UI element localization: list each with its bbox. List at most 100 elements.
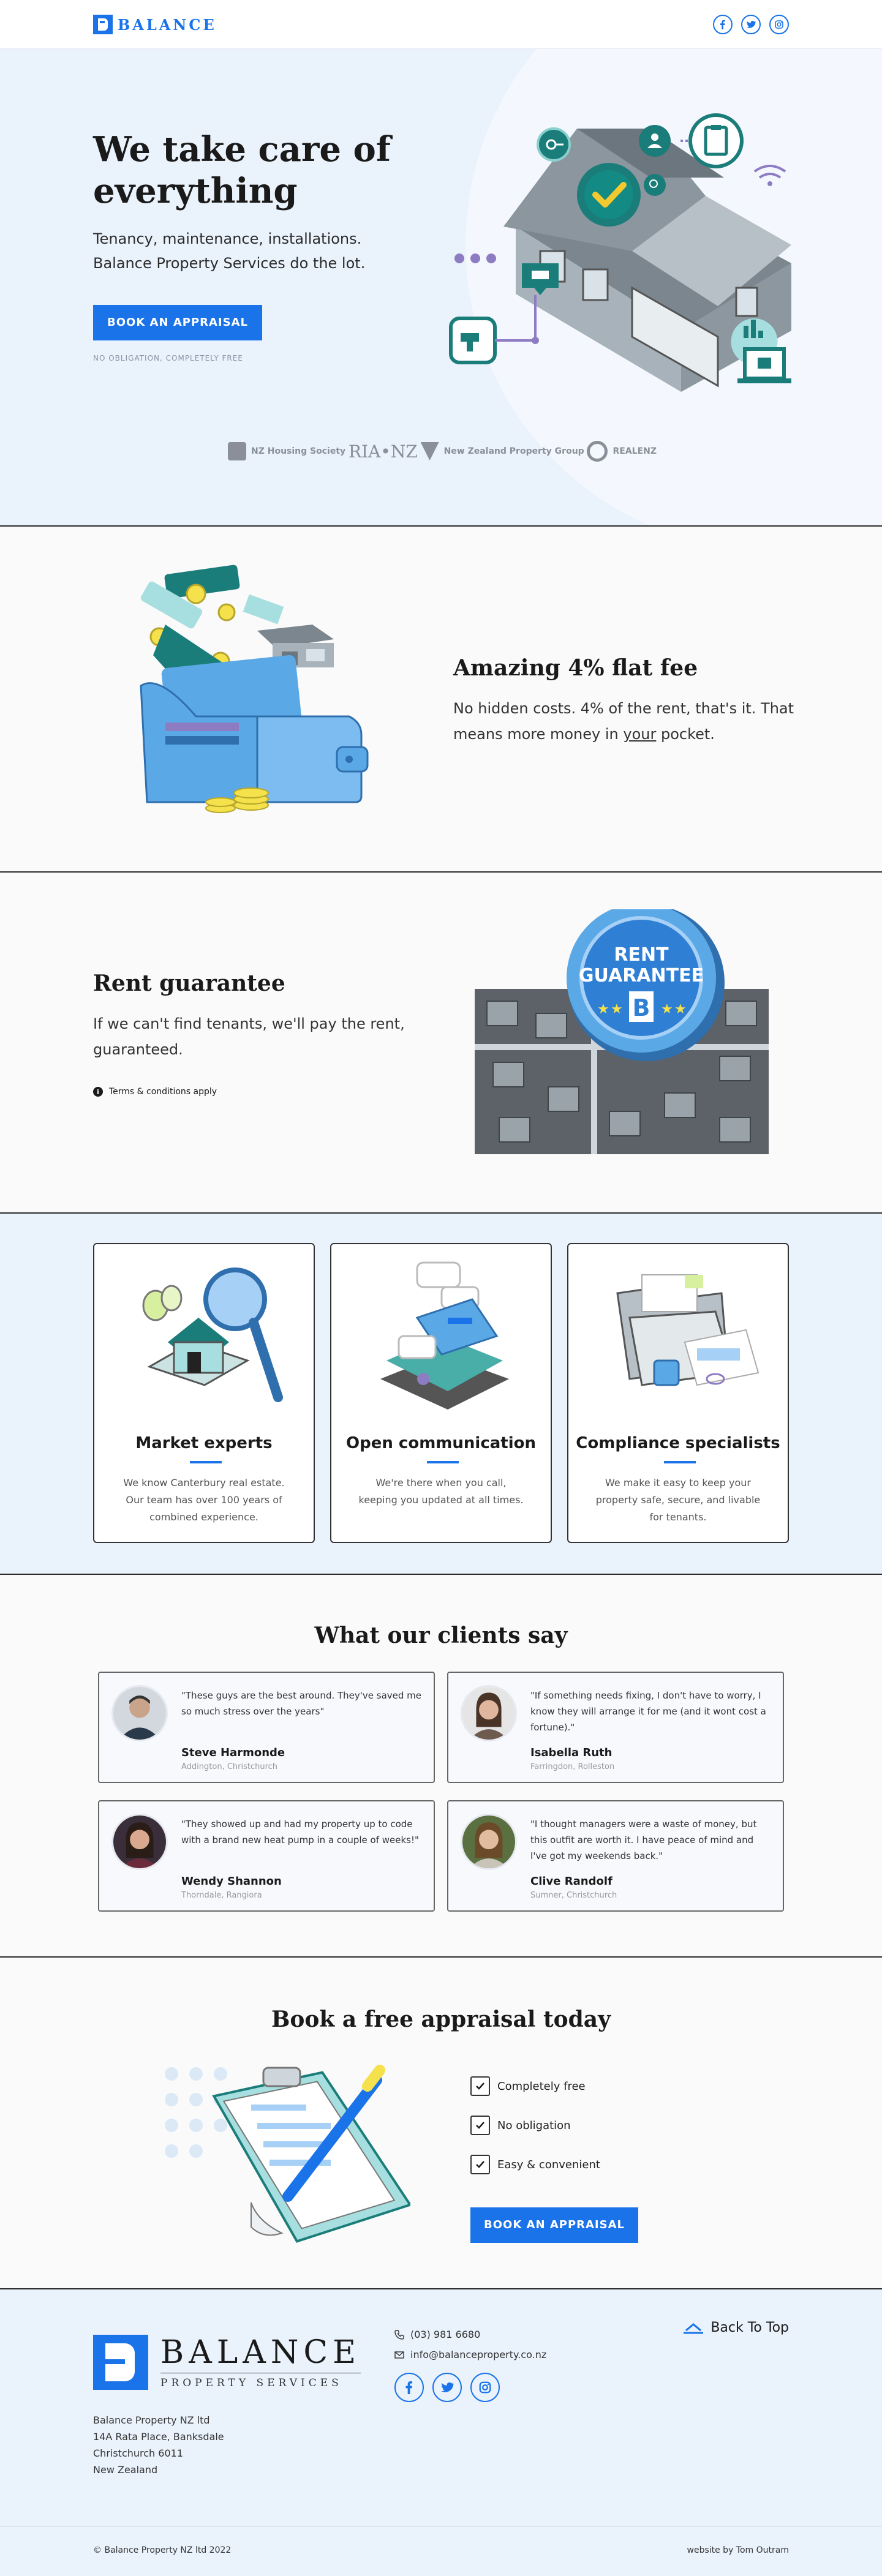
top-nav: BALANCE	[0, 0, 882, 49]
instagram-icon[interactable]	[769, 15, 789, 34]
phone-link[interactable]: (03) 981 6680	[394, 2329, 546, 2340]
badge-guarantee-text: GUARANTEE	[579, 965, 704, 986]
badge-letter: B	[633, 994, 650, 1021]
mail-icon	[394, 2351, 404, 2359]
feature-text: We make it easy to keep your property sa…	[595, 1477, 761, 1523]
wallet-illustration	[140, 565, 369, 813]
hero-subtitle: Tenancy, maintenance, installations. Bal…	[93, 230, 366, 272]
logo-mark-icon	[93, 2335, 148, 2390]
book-appraisal-bottom-button[interactable]: BOOK AN APPRAISAL	[470, 2207, 638, 2243]
testimonial-card: "These guys are the best around. They've…	[98, 1672, 435, 1783]
testimonial-location: Sumner, Christchurch	[530, 1891, 617, 1900]
checkbox-checked-icon	[470, 2155, 490, 2174]
facebook-icon[interactable]	[394, 2373, 424, 2402]
testimonial-location: Addington, Christchurch	[181, 1762, 278, 1771]
book-appraisal-button[interactable]: BOOK AN APPRAISAL	[93, 305, 262, 340]
badge-rent-text: RENT	[614, 944, 669, 966]
hero-section: We take care of everything Tenancy, main…	[0, 49, 882, 527]
appraisal-section: Book a free appraisal today Completely f…	[0, 1958, 882, 2289]
fee-section: Amazing 4% flat fee No hidden costs. 4% …	[0, 527, 882, 873]
footer-logo[interactable]: BALANCE PROPERTY SERVICES	[93, 2335, 361, 2390]
partner-logo: New Zealand Property Group	[420, 442, 584, 460]
partner-logo: REALENZ	[587, 441, 657, 462]
hero-note: NO OBLIGATION, COMPLETELY FREE	[93, 354, 243, 362]
social-links	[713, 15, 789, 34]
testimonial-name: Isabella Ruth	[530, 1746, 612, 1759]
rent-guarantee-illustration: RENT GUARANTEE ★ ★ ★ ★ B	[475, 909, 769, 1154]
folder-documents-illustration	[616, 1274, 760, 1386]
feature-text: We know Canterbury real estate. Our team…	[123, 1477, 285, 1523]
testimonial-quote: "If something needs fixing, I don't have…	[530, 1690, 766, 1733]
footer: BALANCE PROPERTY SERVICES Balance Proper…	[0, 2289, 882, 2527]
brand-logo[interactable]: BALANCE	[93, 15, 217, 34]
testimonial-quote: "These guys are the best around. They've…	[181, 1690, 422, 1717]
testimonial-card: "If something needs fixing, I don't have…	[447, 1672, 784, 1783]
rent-description: If we can't find tenants, we'll pay the …	[93, 1015, 405, 1058]
terms-link[interactable]: i Terms & conditions apply	[93, 1087, 448, 1097]
checkbox-checked-icon	[470, 2076, 490, 2096]
instagram-icon[interactable]	[470, 2373, 500, 2402]
back-to-top-link[interactable]: Back To Top	[682, 2320, 789, 2335]
benefit-checklist: Completely free No obligation Easy & con…	[470, 2076, 600, 2194]
testimonial-quote: "They showed up and had my property up t…	[181, 1819, 419, 1846]
footer-social-links	[394, 2373, 546, 2402]
checklist-item: Completely free	[470, 2076, 600, 2096]
footer-address: Balance Property NZ ltd 14A Rata Place, …	[93, 2414, 224, 2476]
rent-guarantee-section: Rent guarantee If we can't find tenants,…	[0, 873, 882, 1214]
testimonial-name: Clive Randolf	[530, 1875, 612, 1888]
avatar	[111, 1814, 168, 1870]
feature-divider	[664, 1461, 696, 1463]
testimonial-name: Steve Harmonde	[181, 1746, 285, 1759]
features-section: Market experts We know Canterbury real e…	[0, 1214, 882, 1575]
rent-title: Rent guarantee	[93, 971, 285, 996]
feature-title: Compliance specialists	[576, 1434, 780, 1452]
email-link[interactable]: info@balanceproperty.co.nz	[394, 2349, 546, 2360]
feature-title: Open communication	[346, 1434, 536, 1452]
feature-divider	[190, 1461, 222, 1463]
avatar	[461, 1685, 517, 1741]
fee-description: No hidden costs. 4% of the rent, that's …	[453, 700, 794, 743]
arrow-up-icon	[684, 2323, 704, 2334]
footer-tagline: PROPERTY SERVICES	[160, 2373, 361, 2389]
footer-contact: (03) 981 6680 info@balanceproperty.co.nz	[394, 2329, 546, 2402]
house-illustration	[449, 113, 791, 392]
info-icon: i	[93, 1087, 103, 1097]
testimonials-section: What our clients say "These guys are the…	[0, 1575, 882, 1958]
partner-logos: NZ Housing Society RIA•NZ New Zealand Pr…	[228, 441, 657, 462]
feature-text: We're there when you call, keeping you u…	[358, 1477, 524, 1506]
svg-text:★: ★	[597, 1002, 609, 1017]
fee-title: Amazing 4% flat fee	[453, 655, 698, 681]
housing-society-icon	[228, 442, 246, 460]
testimonial-location: Thorndale, Rangiora	[181, 1891, 262, 1900]
credit-link[interactable]: website by Tom Outram	[687, 2545, 790, 2555]
property-group-icon	[420, 442, 439, 460]
testimonial-card: "They showed up and had my property up t…	[98, 1800, 435, 1912]
realenz-icon	[587, 441, 608, 462]
avatar	[111, 1685, 168, 1741]
feature-card: Open communication We're there when you …	[330, 1243, 552, 1543]
testimonials-title: What our clients say	[314, 1623, 568, 1648]
testimonial-card: "I thought managers were a waste of mone…	[447, 1800, 784, 1912]
feature-title: Market experts	[135, 1434, 273, 1452]
brand-name: BALANCE	[118, 15, 217, 34]
hero-title: We take care of everything	[93, 129, 391, 211]
clipboard-illustration	[165, 2065, 410, 2243]
svg-text:★: ★	[674, 1002, 687, 1017]
checklist-item: Easy & convenient	[470, 2155, 600, 2174]
feature-divider	[427, 1461, 459, 1463]
footer-brand-name: BALANCE	[160, 2334, 361, 2371]
logo-mark-icon	[93, 15, 113, 34]
copyright-bar: © Balance Property NZ ltd 2022 website b…	[0, 2527, 882, 2576]
svg-text:★: ★	[611, 1002, 623, 1017]
twitter-icon[interactable]	[741, 15, 761, 34]
appraisal-title: Book a free appraisal today	[271, 2007, 611, 2032]
twitter-icon[interactable]	[432, 2373, 462, 2402]
partner-logo: NZ Housing Society	[228, 442, 345, 460]
rent-text: Rent guarantee If we can't find tenants,…	[93, 971, 448, 1097]
magnifier-house-illustration	[142, 1267, 283, 1402]
fee-text: Amazing 4% flat fee No hidden costs. 4% …	[453, 655, 796, 747]
facebook-icon[interactable]	[713, 15, 733, 34]
testimonial-location: Farringdon, Rolleston	[530, 1762, 615, 1771]
feature-card: Market experts We know Canterbury real e…	[93, 1243, 315, 1543]
phone-icon	[394, 2329, 404, 2340]
